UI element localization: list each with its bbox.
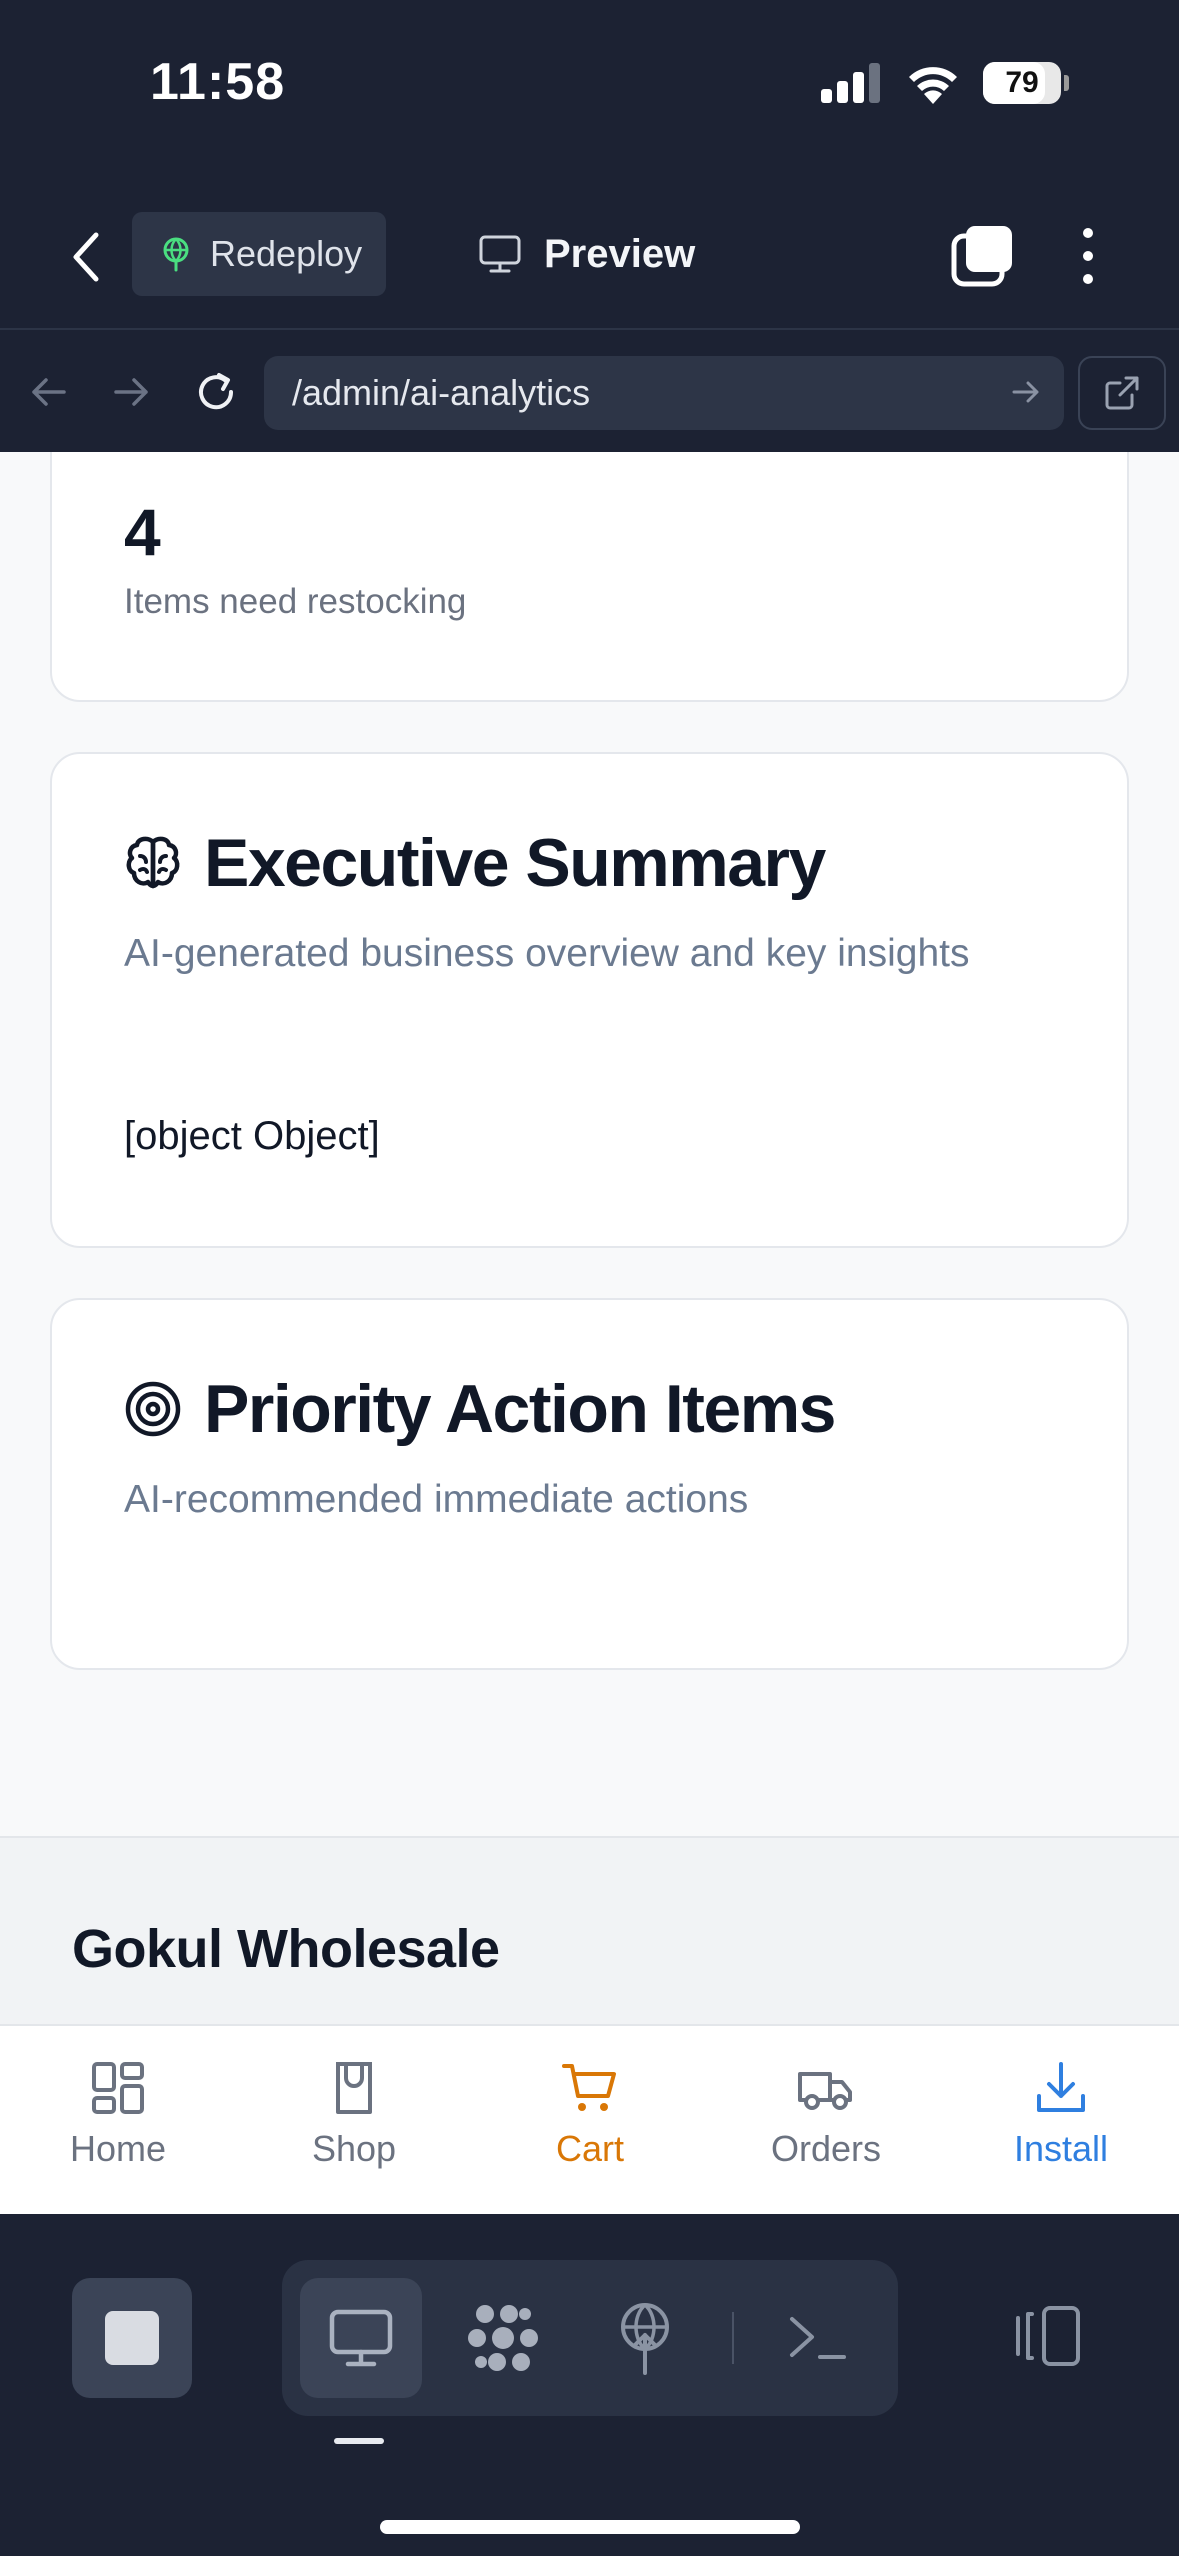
url-text: /admin/ai-analytics	[292, 372, 591, 413]
cart-icon	[562, 2064, 616, 2111]
metric-label: Items need restocking	[124, 582, 467, 621]
external-link-icon	[1105, 376, 1139, 410]
status-time: 11:58	[150, 53, 286, 111]
arrow-right-icon	[1012, 381, 1039, 403]
card-header: Priority Action Items	[124, 1370, 837, 1448]
active-tool-indicator	[334, 2438, 384, 2444]
app-bar: Redeploy Preview	[0, 180, 1179, 330]
toolbar-divider	[732, 2312, 734, 2364]
url-input[interactable]: /admin/ai-analytics	[264, 356, 1064, 430]
desktop-icon	[329, 2309, 393, 2367]
target-icon	[125, 1381, 181, 1437]
card-title: Priority Action Items	[204, 1371, 837, 1447]
url-bar: /admin/ai-analytics	[0, 330, 1179, 452]
tabs-button[interactable]	[950, 224, 1014, 288]
redeploy-button[interactable]: Redeploy	[132, 212, 386, 296]
home-indicator[interactable]	[380, 2520, 800, 2534]
nav-item-install[interactable]: Install	[943, 2026, 1179, 2216]
card-header: Executive Summary	[124, 824, 826, 902]
executive-summary-card: Executive Summary AI-generated business …	[50, 752, 1129, 1248]
status-bar: 11:58 79	[0, 0, 1179, 180]
preview-tab[interactable]: Preview	[478, 212, 695, 296]
brain-icon	[126, 836, 180, 889]
summary-body-text: [object Object]	[124, 1114, 380, 1158]
redeploy-label: Redeploy	[210, 233, 363, 274]
preview-label: Preview	[544, 231, 696, 276]
truck-icon	[798, 2072, 852, 2110]
deploy-button[interactable]	[584, 2278, 706, 2398]
browser-forward-button[interactable]	[104, 364, 160, 420]
terminal-icon	[790, 2317, 846, 2359]
nav-item-cart[interactable]: Cart	[472, 2026, 708, 2216]
stop-icon	[105, 2311, 159, 2365]
side-panel-button[interactable]	[1000, 2286, 1096, 2386]
arrow-left-icon	[32, 378, 66, 406]
apps-icon	[468, 2305, 538, 2371]
more-dot-icon	[1083, 274, 1093, 284]
nav-label: Cart	[555, 2128, 624, 2169]
terminal-button[interactable]	[756, 2278, 878, 2398]
grid-icon	[92, 2062, 144, 2114]
stop-button[interactable]	[72, 2278, 192, 2398]
reload-icon	[199, 373, 234, 410]
more-dot-icon	[1083, 251, 1093, 261]
screen: 11:58 79 Redeploy Preview /admin/ai-anal…	[0, 0, 1179, 2556]
priority-action-items-card: Priority Action Items AI-recommended imm…	[50, 1298, 1129, 1670]
footer-brand: Gokul Wholesale	[72, 1919, 500, 1979]
battery-indicator: 79	[983, 62, 1069, 104]
web-content: 4 Items need restocking Executive Summar…	[0, 452, 1179, 2024]
wifi-icon	[909, 67, 957, 104]
status-icons: 79	[821, 62, 1069, 104]
ide-toolbar	[0, 2214, 1179, 2556]
card-description: AI-recommended immediate actions	[124, 1478, 749, 1521]
tabs-icon	[951, 226, 1012, 287]
metric-value: 4	[124, 495, 161, 569]
card-description: AI-generated business overview and key i…	[124, 932, 970, 975]
desktop-view-button[interactable]	[300, 2278, 422, 2398]
panel-icon	[1016, 2306, 1080, 2366]
download-icon	[1037, 2062, 1085, 2112]
arrow-right-icon	[114, 378, 148, 406]
deploy-icon	[621, 2303, 669, 2375]
reload-button[interactable]	[188, 364, 244, 420]
tool-switcher	[282, 2260, 898, 2416]
battery-icon: 79	[983, 62, 1061, 104]
bottom-nav: Home Shop Cart Orders Install	[0, 2024, 1179, 2214]
url-go-button[interactable]	[1010, 376, 1042, 413]
nav-label: Install	[1013, 2128, 1109, 2169]
back-button[interactable]	[56, 222, 116, 292]
chevron-left-icon	[73, 232, 99, 282]
more-menu-button[interactable]	[1068, 224, 1108, 288]
site-footer: Gokul Wholesale	[0, 1836, 1179, 2024]
battery-percent: 79	[1005, 66, 1039, 99]
nav-item-home[interactable]: Home	[0, 2026, 236, 2216]
nav-label: Shop	[311, 2128, 397, 2169]
nav-label: Home	[69, 2128, 167, 2169]
card-title: Executive Summary	[204, 825, 826, 901]
nav-item-shop[interactable]: Shop	[236, 2026, 472, 2216]
monitor-icon	[479, 235, 521, 273]
nav-label: Orders	[770, 2128, 882, 2169]
shopping-bag-icon	[336, 2062, 372, 2114]
deploy-globe-icon	[163, 237, 189, 272]
nav-item-orders[interactable]: Orders	[708, 2026, 944, 2216]
apps-button[interactable]	[442, 2278, 564, 2398]
more-dot-icon	[1083, 228, 1093, 238]
restock-metric-card: 4 Items need restocking	[50, 452, 1129, 702]
open-external-button[interactable]	[1078, 356, 1166, 430]
browser-back-button[interactable]	[20, 364, 76, 420]
signal-icon	[821, 63, 880, 103]
